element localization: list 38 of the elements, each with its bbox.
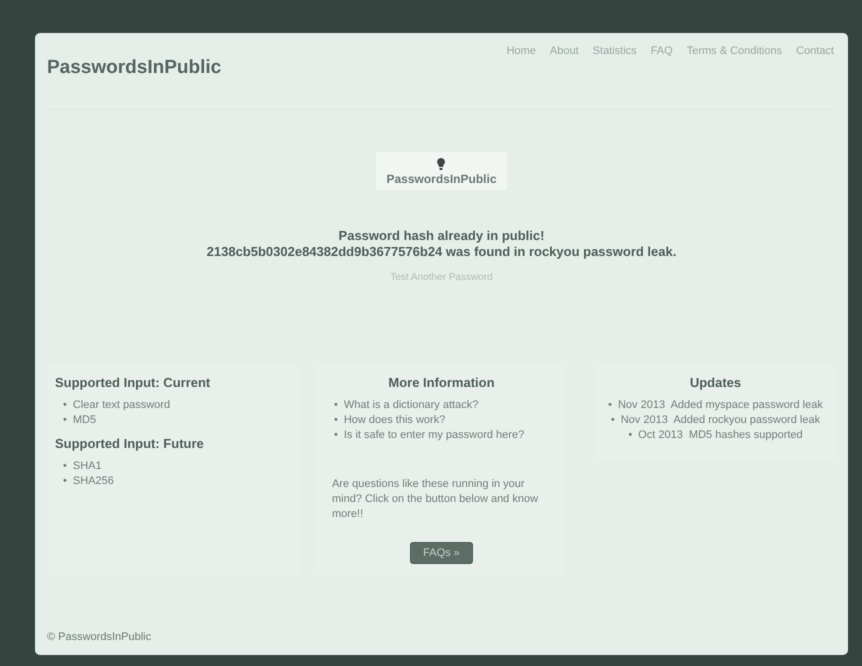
bullet: • [63, 459, 67, 474]
update-item: Nov 2013 Added myspace password leak [618, 398, 823, 413]
nav-link[interactable]: Statistics [592, 45, 637, 57]
list-item: MD5 [72, 413, 96, 428]
bullet: • [608, 398, 612, 413]
list-item: Clear text password [72, 398, 170, 413]
list-item: SHA256 [72, 474, 114, 489]
nav-link[interactable]: Terms & Conditions [686, 45, 782, 57]
section-heading: Supported Input: Future [55, 436, 205, 451]
question-link[interactable]: Is it safe to enter my password here? [344, 428, 524, 443]
nav-link[interactable]: About [550, 45, 579, 57]
nav-link[interactable]: FAQ [650, 45, 673, 57]
section-heading: Updates [688, 375, 742, 390]
bullet: • [334, 428, 338, 443]
footer-text: © PasswordsInPublic [47, 631, 152, 643]
bullet: • [63, 398, 67, 413]
bullet: • [628, 428, 632, 443]
bullet: • [334, 398, 338, 413]
site-title[interactable]: PasswordsInPublic [47, 57, 222, 79]
nav-link[interactable]: Contact [796, 45, 834, 57]
bullet: • [334, 413, 338, 428]
update-item: Nov 2013 Added rockyou password leak [620, 413, 820, 428]
update-item: Oct 2013 MD5 hashes supported [638, 428, 803, 443]
lightbulb-icon [437, 158, 446, 172]
info-text: Are questions like these running in your mind? Click on the button below and know more!! [332, 477, 540, 522]
question-link[interactable]: How does this work? [344, 413, 446, 428]
result-message: 2138cb5b0302e84382dd9b3677576b24 was found in rockyou password leak. [206, 244, 676, 260]
result-title: Password hash already in public! [338, 228, 544, 244]
section-heading: More Information [387, 375, 496, 390]
logo-text: PasswordsInPublic [386, 172, 497, 186]
faqs-button[interactable]: FAQs » [410, 542, 473, 564]
bullet: • [63, 474, 67, 489]
bullet: • [63, 413, 67, 428]
bullet: • [610, 413, 615, 428]
nav-link[interactable]: Home [506, 45, 536, 57]
question-link[interactable]: What is a dictionary attack? [344, 398, 478, 413]
section-heading: Supported Input: Current [55, 375, 212, 390]
list-item: SHA1 [72, 459, 102, 474]
